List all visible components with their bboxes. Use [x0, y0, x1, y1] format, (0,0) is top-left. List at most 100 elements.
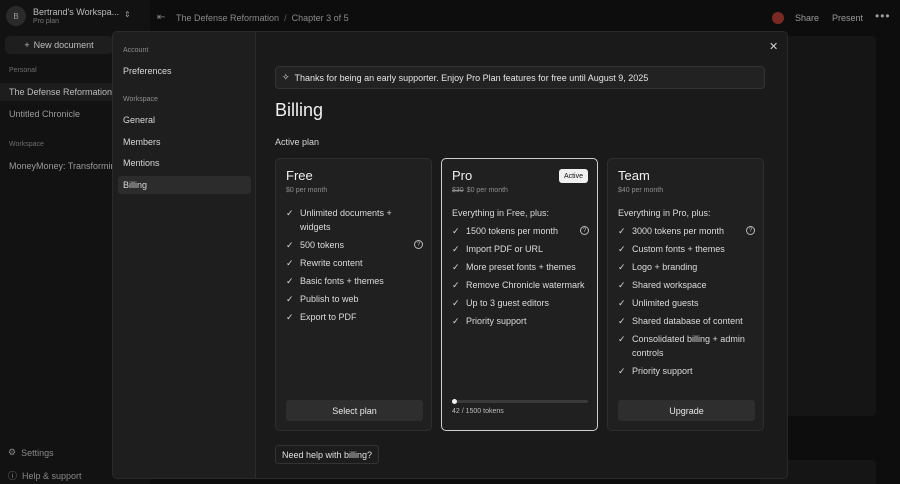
feature-item: ✓ Shared workspace [618, 280, 707, 290]
breadcrumb-document[interactable]: The Defense Reformation [176, 13, 279, 23]
active-badge: Active [558, 169, 588, 183]
check-icon: ✓ [618, 226, 626, 236]
check-icon: ✓ [286, 208, 294, 218]
check-icon: ✓ [618, 262, 626, 272]
nav-item-general[interactable]: General [118, 111, 251, 129]
feature-item: ✓ 500 tokens? [286, 238, 423, 252]
check-icon: ✓ [452, 244, 460, 254]
workspace-section-label: Workspace [9, 141, 44, 148]
feature-item: ✓ Rewrite content [286, 258, 363, 268]
plan-name: Pro [452, 168, 473, 183]
check-icon: ✓ [618, 298, 626, 308]
feature-item: ✓ Unlimited documents + widgets [286, 208, 392, 232]
nav-item-billing[interactable]: Billing [118, 176, 251, 194]
personal-section-label: Personal [9, 67, 37, 74]
sparkle-icon: ✧ [282, 72, 290, 82]
feature-item: ✓ 3000 tokens per month? [618, 224, 755, 238]
more-icon[interactable]: ••• [875, 9, 891, 23]
plan-price: $40 per month [618, 187, 664, 194]
chevron-updown-icon[interactable]: ⇕ [124, 10, 131, 19]
upgrade-button[interactable]: Upgrade [618, 400, 755, 421]
new-document-label: New document [33, 40, 94, 50]
feature-item: ✓ Consolidated billing + admin controls [618, 334, 745, 358]
feature-item: ✓ Remove Chronicle watermark [452, 280, 585, 290]
check-icon: ✓ [452, 280, 460, 290]
gear-icon: ⚙ [8, 447, 17, 457]
plan-intro: Everything in Pro, plus: [618, 208, 711, 218]
check-icon: ✓ [618, 316, 626, 326]
nav-item-mentions[interactable]: Mentions [118, 154, 251, 172]
token-usage-text: 42 / 1500 tokens [452, 408, 504, 415]
plan-card-pro: Pro Active $30 $0 per month Everything in… [441, 158, 598, 431]
workspace-name: Bertrand's Workspa... [33, 7, 120, 17]
plan-price: $30 $0 per month [452, 187, 508, 194]
feature-item: ✓ Basic fonts + themes [286, 276, 384, 286]
supporter-banner: ✧ Thanks for being an early supporter. E… [275, 66, 765, 89]
help-circle-icon: ⓘ [8, 471, 18, 481]
question-icon[interactable]: ? [746, 226, 755, 235]
top-bar: ⇤ The Defense Reformation / Chapter 3 of 5… [150, 8, 900, 30]
check-icon: ✓ [286, 240, 294, 250]
page-title: Billing [275, 100, 324, 120]
check-icon: ✓ [618, 334, 626, 344]
help-support-label: Help & support [22, 470, 82, 481]
question-icon[interactable]: ? [414, 240, 423, 249]
help-support-link[interactable]: ⓘ Help & support [8, 469, 82, 482]
feature-item: ✓ More preset fonts + themes [452, 262, 576, 272]
user-avatar[interactable] [772, 12, 784, 24]
feature-list: ✓ 3000 tokens per month? ✓ Custom fonts + … [618, 224, 755, 382]
check-icon: ✓ [452, 226, 460, 236]
banner-text: Thanks for being an early supporter. Enj… [294, 72, 649, 83]
settings-modal: Account Preferences Workspace General Me… [112, 31, 788, 479]
feature-item: ✓ Import PDF or URL [452, 244, 544, 254]
account-section-label: Account [123, 47, 149, 54]
feature-item: ✓ Unlimited guests [618, 298, 699, 308]
check-icon: ✓ [618, 280, 626, 290]
workspace-avatar: B [6, 6, 26, 26]
feature-item: ✓ Priority support [452, 316, 527, 326]
feature-item: ✓ Export to PDF [286, 312, 357, 322]
plan-name: Team [618, 168, 650, 183]
token-usage-bar [452, 399, 588, 404]
collapse-sidebar-icon[interactable]: ⇤ [157, 12, 165, 23]
share-button[interactable]: Share [795, 13, 819, 23]
feature-item: ✓ Custom fonts + themes [618, 244, 725, 254]
billing-help-button[interactable]: Need help with billing? [275, 445, 380, 464]
plan-card-free: Free $0 per month ✓ Unlimited documents +… [275, 158, 432, 431]
check-icon: ✓ [618, 366, 626, 376]
plan-price: $0 per month [286, 187, 328, 194]
close-icon[interactable]: ✕ [769, 40, 778, 53]
plan-intro: Everything in Free, plus: [452, 208, 550, 218]
question-icon[interactable]: ? [580, 226, 589, 235]
check-icon: ✓ [452, 298, 460, 308]
plus-icon: + [24, 40, 30, 50]
check-icon: ✓ [286, 312, 294, 322]
new-document-button[interactable]: + New document [5, 36, 113, 54]
nav-item-members[interactable]: Members [118, 133, 251, 151]
plan-card-team: Team $40 per month Everything in Pro, pl… [607, 158, 764, 431]
check-icon: ✓ [286, 294, 294, 304]
select-plan-button[interactable]: Select plan [286, 400, 423, 421]
check-icon: ✓ [286, 276, 294, 286]
feature-list: ✓ Unlimited documents + widgets ✓ 500 toke… [286, 206, 423, 328]
workspace-switcher[interactable]: B Bertrand's Workspa... Pro plan [6, 6, 119, 26]
token-usage-marker [452, 399, 457, 404]
current-price: $0 per month [466, 187, 508, 194]
settings-link[interactable]: ⚙ Settings [8, 447, 54, 458]
feature-list: ✓ 1500 tokens per month? ✓ Import PDF or U… [452, 224, 589, 332]
settings-nav: Account Preferences Workspace General Me… [113, 32, 256, 478]
feature-item: ✓ Publish to web [286, 294, 359, 304]
present-button[interactable]: Present [832, 13, 863, 23]
plan-name: Free [286, 168, 313, 183]
nav-item-preferences[interactable]: Preferences [118, 62, 251, 80]
old-price: $30 [452, 187, 464, 194]
breadcrumb-separator: / [284, 13, 287, 23]
check-icon: ✓ [452, 262, 460, 272]
workspace-nav-section-label: Workspace [123, 96, 158, 103]
check-icon: ✓ [286, 258, 294, 268]
feature-item: ✓ 1500 tokens per month? [452, 224, 589, 238]
workspace-plan: Pro plan [33, 18, 60, 25]
feature-item: ✓ Up to 3 guest editors [452, 298, 550, 308]
feature-item: ✓ Priority support [618, 366, 693, 376]
breadcrumb-chapter[interactable]: Chapter 3 of 5 [292, 13, 349, 23]
